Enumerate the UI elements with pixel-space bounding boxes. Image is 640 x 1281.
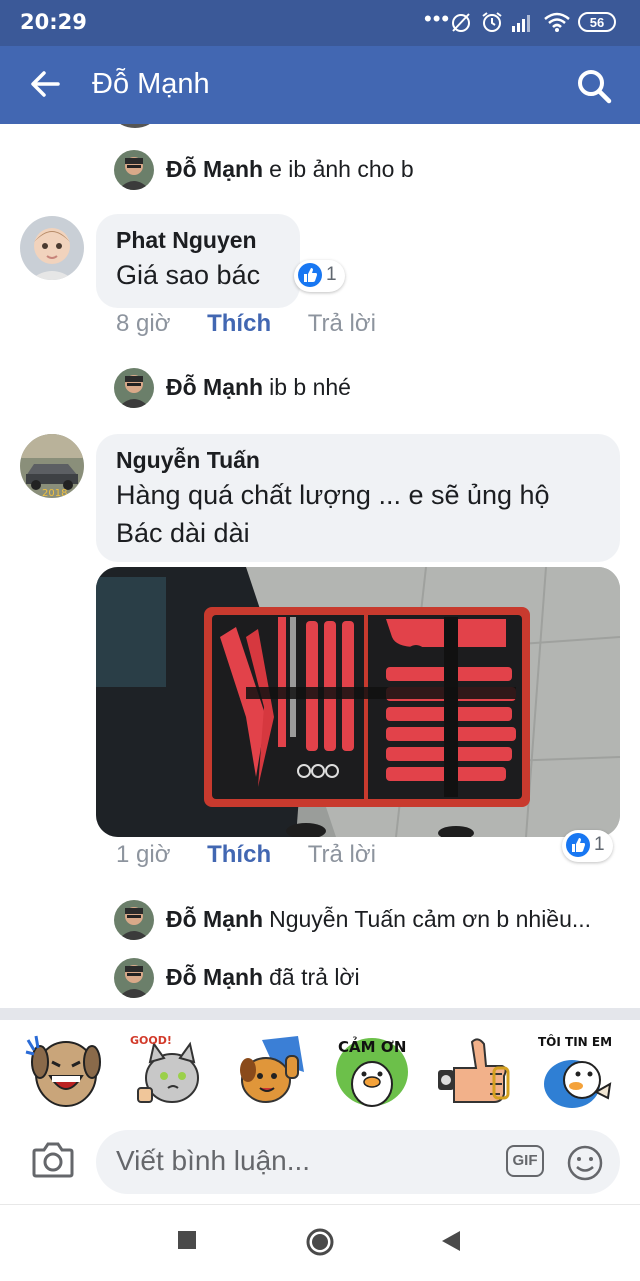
page-title: Đỗ Mạnh [92, 68, 210, 100]
thumbs-up-hand-sticker[interactable] [432, 1032, 512, 1112]
emoji-icon[interactable] [566, 1144, 604, 1182]
reply-author[interactable]: Đỗ Mạnh [166, 374, 263, 400]
comment-bubble[interactable]: Nguyễn Tuấn Hàng quá chất lượng ... e sẽ… [96, 434, 620, 562]
laughing-dog-sticker[interactable] [24, 1032, 104, 1112]
wifi-icon [544, 12, 570, 32]
status-bar: 20:29 ••• 56 [0, 0, 640, 46]
thumbs-up-dog-sticker[interactable] [232, 1032, 312, 1112]
reply-text: đã trả lời [269, 964, 360, 990]
signal-icon [512, 15, 530, 32]
comment-text: Bác dài dài [116, 518, 250, 548]
sticker-text: GOOD! [130, 1034, 172, 1047]
reply-author[interactable]: Đỗ Mạnh [166, 906, 263, 932]
comment-bubble[interactable]: Phat Nguyen Giá sao bác [96, 214, 300, 308]
avatar [114, 900, 154, 940]
recents-square-icon[interactable] [176, 1229, 198, 1251]
comment-time: 8 giờ [116, 310, 171, 337]
search-icon[interactable] [576, 68, 612, 104]
reply-text: e ib ảnh cho b [269, 156, 414, 182]
notification-dots: ••• [424, 6, 451, 31]
like-icon [298, 263, 322, 287]
reply-author[interactable]: Đỗ Mạnh [166, 964, 263, 990]
avatar [114, 958, 154, 998]
like-count-badge[interactable]: 1 [562, 830, 613, 862]
reply-text: Nguyễn Tuấn cảm ơn b nhiều... [269, 906, 592, 932]
sticker-text: TÔI TIN EM [538, 1034, 612, 1049]
sticker-tray: GOOD! CẢM ƠN TÔI TIN EM [0, 1020, 640, 1124]
reply-button[interactable]: Trả lời [308, 841, 376, 868]
toi-tin-em-sticker[interactable]: TÔI TIN EM [536, 1032, 616, 1112]
status-time: 20:29 [20, 10, 87, 34]
comment-actions: 8 giờ Thích Trả lời [116, 310, 376, 344]
alarm-off-icon [452, 13, 470, 32]
comment-input[interactable]: Viết bình luận... GIF [96, 1130, 620, 1194]
back-triangle-icon[interactable] [440, 1229, 462, 1253]
comment-thread: Đỗ Mạnh e ib ảnh cho b Phat Nguyen Giá sa… [0, 124, 640, 1008]
comment-author[interactable]: Phat Nguyen [116, 224, 280, 256]
home-circle-icon[interactable] [305, 1227, 335, 1257]
gif-button[interactable]: GIF [506, 1145, 544, 1177]
divider [0, 1008, 640, 1020]
battery-icon: 56 [578, 12, 616, 32]
good-cat-sticker[interactable]: GOOD! [128, 1032, 208, 1112]
comment-text: Giá sao bác [116, 260, 261, 290]
alarm-icon [482, 12, 502, 32]
avatar [114, 150, 154, 190]
avatar[interactable]: 2018 [20, 434, 84, 498]
avatar [114, 368, 154, 408]
camera-icon[interactable] [32, 1140, 74, 1180]
avatar[interactable] [20, 216, 84, 280]
sticker-text: CẢM ƠN [338, 1035, 406, 1056]
comment-photo[interactable] [96, 567, 620, 837]
reply-button[interactable]: Trả lời [308, 310, 376, 337]
avatar [116, 124, 154, 128]
cam-on-sticker[interactable]: CẢM ƠN [332, 1032, 412, 1112]
system-nav-bar [0, 1204, 640, 1281]
svg-text:2018: 2018 [42, 488, 67, 498]
comment-input-placeholder: Viết bình luận... [116, 1145, 311, 1176]
reply-text: ib b nhé [269, 374, 351, 400]
comment-author[interactable]: Nguyễn Tuấn [116, 444, 600, 476]
app-bar: Đỗ Mạnh [0, 46, 640, 124]
comment-actions: 1 giờ Thích Trả lời [116, 841, 376, 875]
reply-author[interactable]: Đỗ Mạnh [166, 156, 263, 182]
like-button[interactable]: Thích [207, 310, 271, 337]
comment-time: 1 giờ [116, 841, 171, 868]
comment-text: Hàng quá chất lượng ... e sẽ ủng hộ [116, 480, 550, 510]
like-icon [566, 833, 590, 857]
comment-composer: Viết bình luận... GIF [0, 1124, 640, 1204]
like-button[interactable]: Thích [207, 841, 271, 868]
arrow-left-icon[interactable] [30, 70, 60, 98]
like-count-badge[interactable]: 1 [294, 260, 345, 292]
